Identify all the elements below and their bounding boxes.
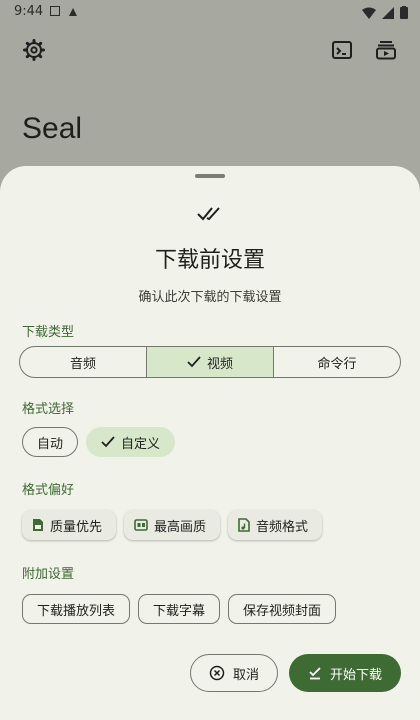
segment-audio[interactable]: 音频 [20,347,146,377]
extra-settings-chips: 下载播放列表 下载字幕 保存视频封面 [22,594,337,624]
chip-quality-first[interactable]: 质量优先 [22,510,117,540]
segment-video[interactable]: 视频 [146,347,273,377]
format-pref-chips: 质量优先 最高画质 音频格式 [22,510,323,540]
chip-audio-format[interactable]: 音频格式 [228,510,323,540]
start-download-button[interactable]: 开始下载 [289,654,401,692]
chip-auto[interactable]: 自动 [22,427,79,457]
file-icon [33,519,43,531]
cancel-icon [209,665,225,681]
chip-custom[interactable]: 自定义 [86,427,176,457]
segment-command[interactable]: 命令行 [273,347,400,377]
chip-highest-quality[interactable]: 最高画质 [124,510,221,540]
hq-icon [134,519,148,531]
terminal-icon[interactable] [330,38,354,62]
status-bar: 9:44 [0,0,420,26]
download-settings-sheet: 下载前设置 确认此次下载的下载设置 下载类型 音频 视频 命令行 格式选择 自动… [0,166,420,720]
chip-save-thumbnail[interactable]: 保存视频封面 [228,594,337,624]
cancel-button[interactable]: 取消 [190,654,278,692]
sheet-title: 下载前设置 [154,248,265,273]
download-type-segmented: 音频 视频 命令行 [19,346,401,378]
audio-file-icon [238,518,250,532]
android-icon [69,8,77,16]
drag-handle[interactable] [195,174,225,178]
check-icon [187,356,201,368]
format-select-label: 格式选择 [22,402,75,417]
format-pref-label: 格式偏好 [22,483,75,498]
sheet-subtitle: 确认此次下载的下载设置 [138,290,282,305]
done-all-icon [197,207,220,221]
signal-icon [382,6,394,19]
format-select-chips: 自动 自定义 [22,427,176,457]
top-app-bar: Seal [0,26,420,172]
download-done-icon [309,667,321,680]
notification-icon [50,6,60,16]
app-title: Seal [22,112,83,145]
extra-settings-label: 附加设置 [22,567,75,582]
status-time: 9:44 [14,4,44,19]
battery-icon [400,6,408,19]
check-icon [101,436,115,448]
subscriptions-icon[interactable] [374,38,398,62]
download-type-label: 下载类型 [22,325,75,340]
chip-download-subtitles[interactable]: 下载字幕 [138,594,221,624]
wifi-icon [362,7,376,19]
chip-download-playlist[interactable]: 下载播放列表 [22,594,131,624]
gear-icon[interactable] [22,38,46,62]
